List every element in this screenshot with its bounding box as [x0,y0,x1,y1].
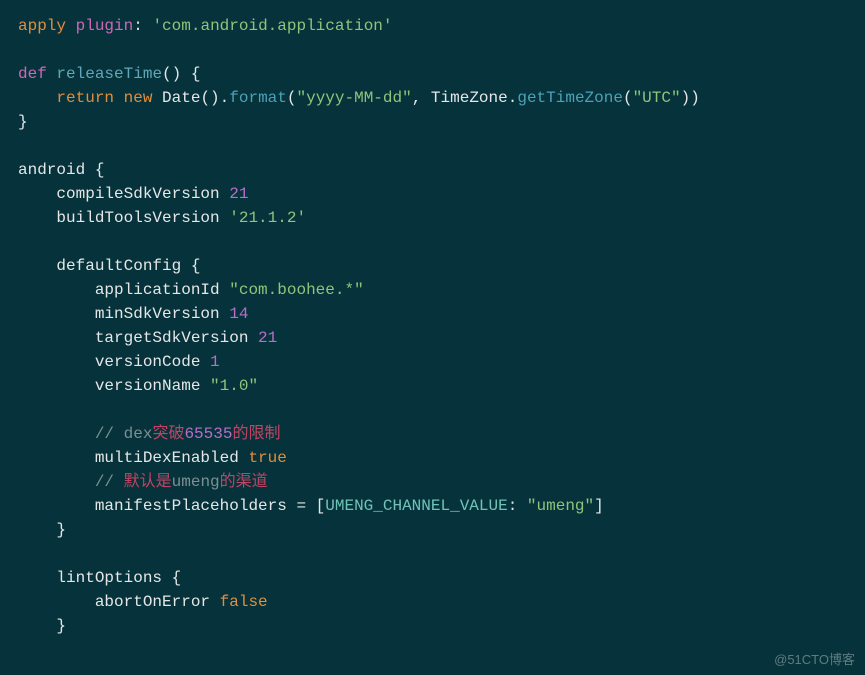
comment-slash: // [95,425,114,443]
str-utc: "UTC" [633,89,681,107]
prop-appid: applicationId [95,281,220,299]
brace-close: } [18,113,28,131]
kw-plugin: plugin [76,17,134,35]
str: "umeng" [527,497,594,515]
parens: () [200,89,219,107]
brace-open: { [172,569,182,587]
str-plugin: 'com.android.application' [152,17,392,35]
fn-name: releaseTime [56,65,162,83]
type-date: Date [162,89,200,107]
android-block: android [18,161,85,179]
brace-open: { [191,257,201,275]
type-tz: TimeZone [431,89,508,107]
brace-open: { [191,65,201,83]
dot: . [508,89,518,107]
prop-targetsdk: targetSdkVersion [95,329,249,347]
sp [114,473,124,491]
paren: ( [623,89,633,107]
num: 21 [229,185,248,203]
dot: . [220,89,230,107]
bracket-close: ] [594,497,604,515]
bool-false: false [220,593,268,611]
prop-abortonerr: abortOnError [95,593,210,611]
prop-vname: versionName [95,377,201,395]
parens: () [162,65,181,83]
prop-manifestph: manifestPlaceholders [95,497,287,515]
prop-vcode: versionCode [95,353,201,371]
code-block: apply plugin: 'com.android.application' … [0,0,865,652]
prop-lintopts: lintOptions [56,569,162,587]
num: 1 [210,353,220,371]
comment-num: 65535 [184,425,232,443]
comment-cjk: 突破 [152,425,184,443]
comment-dex: dex [124,425,153,443]
colon: : [133,17,143,35]
colon: : [508,497,518,515]
comma: , [412,89,422,107]
str: "1.0" [210,377,258,395]
map-key: UMENG_CHANNEL_VALUE [325,497,507,515]
str: '21.1.2' [229,209,306,227]
brace-close: } [56,617,66,635]
num: 14 [229,305,248,323]
brace-open: { [95,161,105,179]
prop-multidex: multiDexEnabled [95,449,239,467]
num: 21 [258,329,277,347]
comment-cjk: 的限制 [232,425,280,443]
comment-cjk: 的渠道 [220,473,268,491]
sp [114,425,124,443]
method-gettz: getTimeZone [517,89,623,107]
str: "com.boohee.*" [229,281,363,299]
eq: = [287,497,316,515]
bool-true: true [248,449,286,467]
sp [517,497,527,515]
comment-umeng: umeng [172,473,220,491]
kw-def: def [18,65,47,83]
kw-new: new [124,89,153,107]
watermark: @51CTO博客 [774,650,855,670]
prop-compilesdk: compileSdkVersion [56,185,219,203]
kw-apply: apply [18,17,66,35]
kw-return: return [56,89,114,107]
comment-slash: // [95,473,114,491]
prop-buildtools: buildToolsVersion [56,209,219,227]
comment-cjk: 默认是 [124,473,172,491]
paren-close: )) [681,89,700,107]
method-format: format [229,89,287,107]
prop-defaultconfig: defaultConfig [56,257,181,275]
bracket-open: [ [316,497,326,515]
str-fmt: "yyyy-MM-dd" [296,89,411,107]
prop-minsdk: minSdkVersion [95,305,220,323]
brace-close: } [56,521,66,539]
